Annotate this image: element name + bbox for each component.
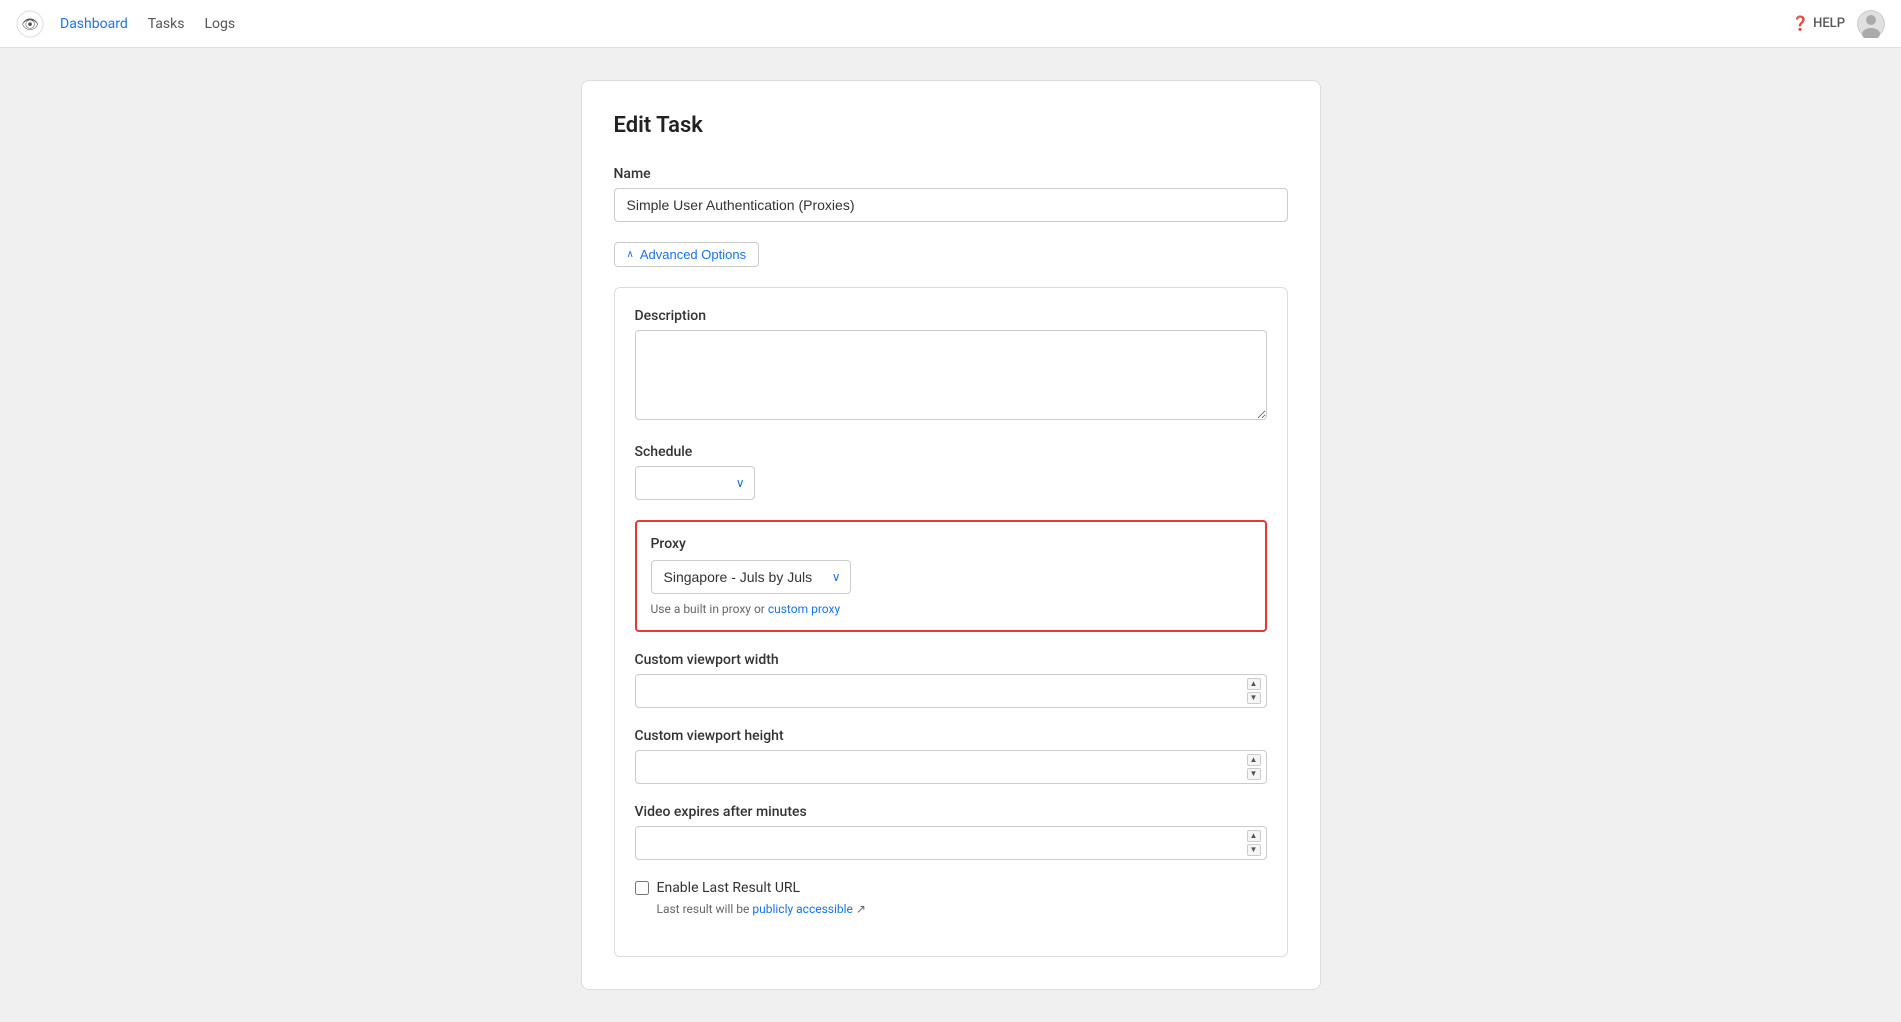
viewport-width-section: Custom viewport width ▲ ▼ [635, 652, 1267, 708]
description-input[interactable] [635, 330, 1267, 420]
last-result-checkbox-label: Enable Last Result URL [657, 880, 801, 896]
viewport-width-label: Custom viewport width [635, 652, 1267, 668]
advanced-section: Description Schedule Daily Weekly ∨ Prox… [614, 287, 1288, 957]
video-expires-increment[interactable]: ▲ [1247, 830, 1261, 842]
schedule-select-wrapper: Daily Weekly ∨ [635, 466, 755, 500]
video-expires-decrement[interactable]: ▼ [1247, 844, 1261, 856]
viewport-width-increment[interactable]: ▲ [1247, 678, 1261, 690]
question-icon: ❓ [1792, 16, 1809, 32]
help-label: HELP [1813, 16, 1845, 31]
video-expires-label: Video expires after minutes [635, 804, 1267, 820]
schedule-section: Schedule Daily Weekly ∨ [635, 444, 1267, 500]
proxy-select-wrapper: Singapore - Juls by Juls US West EU Cent… [651, 560, 851, 594]
viewport-width-decrement[interactable]: ▼ [1247, 692, 1261, 704]
viewport-height-input[interactable] [635, 750, 1267, 784]
advanced-options-label: Advanced Options [640, 247, 746, 262]
last-result-post: ↗ [853, 902, 866, 916]
video-expires-wrapper: ▲ ▼ [635, 826, 1267, 860]
name-input[interactable] [614, 188, 1288, 222]
viewport-height-wrapper: ▲ ▼ [635, 750, 1267, 784]
name-label: Name [614, 166, 1288, 182]
description-label: Description [635, 308, 1267, 324]
custom-proxy-link[interactable]: custom proxy [768, 602, 840, 616]
last-result-checkbox-row: Enable Last Result URL [635, 880, 1267, 896]
help-button[interactable]: ❓ HELP [1792, 16, 1845, 32]
svg-text:👁: 👁 [21, 17, 39, 33]
avatar[interactable] [1857, 10, 1885, 38]
page-wrapper: Edit Task Name ∧ Advanced Options Descri… [0, 48, 1901, 1022]
viewport-height-section: Custom viewport height ▲ ▼ [635, 728, 1267, 784]
nav-dashboard[interactable]: Dashboard [60, 16, 128, 32]
page-title: Edit Task [614, 113, 1288, 138]
viewport-height-increment[interactable]: ▲ [1247, 754, 1261, 766]
viewport-width-wrapper: ▲ ▼ [635, 674, 1267, 708]
schedule-select[interactable]: Daily Weekly [635, 466, 755, 500]
last-result-section: Enable Last Result URL Last result will … [635, 880, 1267, 916]
schedule-label: Schedule [635, 444, 1267, 460]
video-expires-section: Video expires after minutes ▲ ▼ [635, 804, 1267, 860]
advanced-options-toggle[interactable]: ∧ Advanced Options [614, 242, 760, 267]
proxy-helper-pre: Use a built in proxy or [651, 602, 768, 616]
name-section: Name [614, 166, 1288, 222]
viewport-width-input[interactable] [635, 674, 1267, 708]
viewport-height-label: Custom viewport height [635, 728, 1267, 744]
viewport-height-spinners: ▲ ▼ [1247, 754, 1261, 780]
edit-task-card: Edit Task Name ∧ Advanced Options Descri… [581, 80, 1321, 990]
navbar: 👁 Dashboard Tasks Logs ❓ HELP [0, 0, 1901, 48]
last-result-checkbox[interactable] [635, 881, 649, 895]
description-section: Description [635, 308, 1267, 424]
proxy-helper-text: Use a built in proxy or custom proxy [651, 602, 1251, 616]
nav-tasks[interactable]: Tasks [148, 16, 185, 32]
last-result-helper: Last result will be publicly accessible … [635, 902, 1267, 916]
video-expires-input[interactable] [635, 826, 1267, 860]
proxy-label: Proxy [651, 536, 1251, 552]
app-logo[interactable]: 👁 [16, 10, 44, 38]
last-result-pre: Last result will be [657, 902, 753, 916]
proxy-section: Proxy Singapore - Juls by Juls US West E… [635, 520, 1267, 632]
viewport-height-decrement[interactable]: ▼ [1247, 768, 1261, 780]
publicly-accessible-link[interactable]: publicly accessible [752, 902, 853, 916]
proxy-select[interactable]: Singapore - Juls by Juls US West EU Cent… [651, 560, 851, 594]
chevron-up-icon: ∧ [627, 249, 634, 260]
video-expires-spinners: ▲ ▼ [1247, 830, 1261, 856]
nav-links: Dashboard Tasks Logs [60, 16, 235, 32]
navbar-right: ❓ HELP [1792, 10, 1885, 38]
nav-logs[interactable]: Logs [204, 16, 235, 32]
viewport-width-spinners: ▲ ▼ [1247, 678, 1261, 704]
